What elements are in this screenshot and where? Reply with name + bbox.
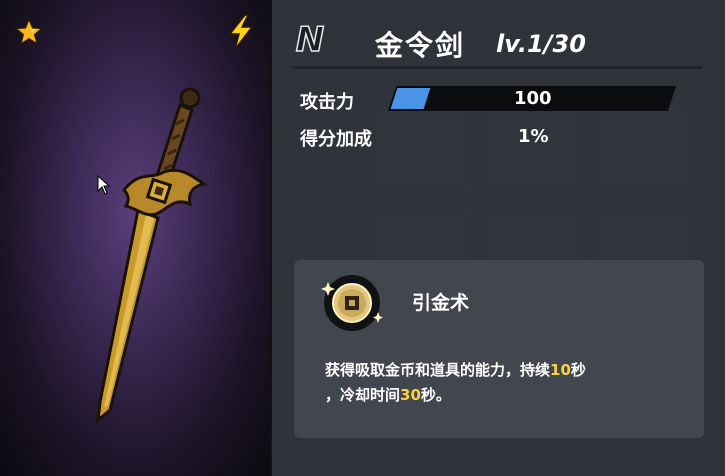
rarity-badge: N <box>295 19 325 61</box>
skill-desc-text: 秒。 <box>420 386 451 404</box>
skill-description: 获得吸取金币和道具的能力，持续10秒 ，冷却时间30秒。 <box>325 358 685 408</box>
stat-value-score-bonus: 1% <box>518 126 549 147</box>
attack-stat-bar-fill <box>390 88 431 109</box>
skill-cooldown-value: 30 <box>400 386 421 404</box>
title-divider <box>292 66 702 69</box>
mouse-cursor-icon <box>97 175 111 195</box>
item-level: lv.1/30 <box>496 30 586 58</box>
skill-desc-text: 秒 <box>570 361 586 379</box>
stat-label-attack: 攻击力 <box>300 92 354 113</box>
golden-sword-icon <box>96 87 208 424</box>
gold-coin-icon <box>321 275 383 331</box>
star-icon <box>15 18 43 46</box>
lightning-bolt-icon <box>228 14 254 50</box>
skill-desc-text: 获得吸取金币和道具的能力，持续 <box>325 361 551 379</box>
item-name: 金令剑 <box>375 29 466 62</box>
skill-duration-value: 10 <box>550 361 571 379</box>
stat-value-attack: 100 <box>514 88 552 109</box>
skill-desc-text: ，冷却时间 <box>325 386 401 404</box>
stat-label-score-bonus: 得分加成 <box>300 129 372 150</box>
skill-name: 引金术 <box>412 292 470 314</box>
